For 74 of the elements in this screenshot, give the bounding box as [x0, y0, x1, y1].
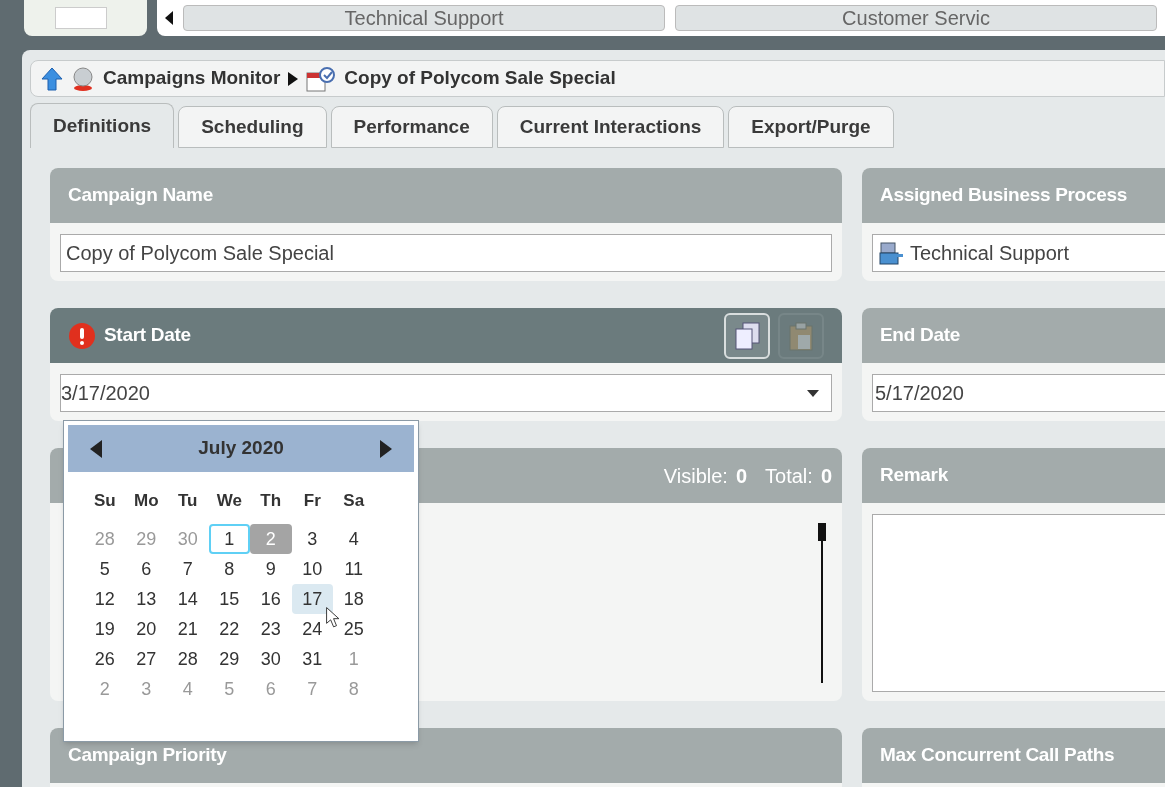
calendar-day[interactable]: 19: [84, 614, 126, 644]
panel-title: Assigned Business Process: [880, 183, 1127, 208]
panel-title: Start Date: [104, 323, 191, 348]
total-count: 0: [820, 463, 832, 489]
scroll-bar[interactable]: [817, 523, 827, 683]
copy-button[interactable]: [724, 312, 770, 359]
weekday-label: Tu: [177, 490, 199, 512]
calendar-day[interactable]: 5: [84, 554, 126, 584]
dropdown-caret-icon: [807, 389, 819, 397]
calendar-day[interactable]: 30: [250, 644, 292, 674]
left-arrow-icon: [90, 439, 102, 458]
weekday-label: Sa: [342, 490, 366, 512]
input-field[interactable]: Technical Support: [872, 234, 1165, 272]
calendar-day[interactable]: 7: [167, 554, 209, 584]
up-arrow-icon[interactable]: [41, 66, 63, 91]
panel-title: End Date: [880, 323, 960, 348]
calendar-day[interactable]: 10: [291, 554, 333, 584]
clipboard-icon: [788, 320, 814, 351]
input-field[interactable]: Copy of Polycom Sale Special: [60, 234, 832, 272]
calendar-day[interactable]: 22: [208, 614, 250, 644]
calendar-day[interactable]: 31: [291, 644, 333, 674]
visible-count: 0: [735, 463, 748, 489]
visible-label: Visible:: [663, 463, 728, 489]
calendar-day[interactable]: 15: [208, 584, 250, 614]
weekday-label: Fr: [302, 490, 322, 512]
calendar-day[interactable]: 23: [250, 614, 292, 644]
calendar-day[interactable]: 8: [208, 554, 250, 584]
calendar-day[interactable]: 29: [208, 644, 250, 674]
month-title[interactable]: July 2020: [198, 434, 284, 463]
copy-icon: [733, 320, 761, 351]
calendar-icon: [306, 64, 337, 93]
calendar-day[interactable]: 6: [125, 554, 167, 584]
tab[interactable]: Scheduling: [178, 106, 327, 148]
top-tab[interactable]: Customer Servic: [675, 5, 1157, 31]
calendar-day[interactable]: 18: [333, 584, 375, 614]
calendar-day[interactable]: 3: [291, 524, 333, 554]
breadcrumb-title: Copy of Polycom Sale Special: [344, 66, 616, 91]
small-field: [55, 7, 107, 29]
panel-title: Remark: [880, 463, 948, 488]
total-label: Total:: [765, 463, 813, 489]
breadcrumb-link[interactable]: Campaigns Monitor: [103, 64, 281, 93]
calendar-day[interactable]: 14: [167, 584, 209, 614]
calendar-day[interactable]: 28: [167, 644, 209, 674]
right-arrow-icon: [380, 439, 392, 458]
tab[interactable]: Performance: [330, 106, 493, 148]
remark-field[interactable]: [872, 514, 1165, 692]
calendar-day[interactable]: 21: [167, 614, 209, 644]
calendar-day[interactable]: 20: [125, 614, 167, 644]
top-tab[interactable]: Technical Support: [183, 5, 665, 31]
tab[interactable]: Export/Purge: [728, 106, 894, 148]
calendar-day[interactable]: 9: [250, 554, 292, 584]
date-dropdown[interactable]: 3/17/2020: [60, 374, 832, 412]
panel-title: Campaign Priority: [68, 743, 227, 768]
cash-register-icon: [878, 240, 904, 266]
input-field[interactable]: 5/17/2020: [872, 374, 1165, 412]
calendar-day[interactable]: 13: [125, 584, 167, 614]
calendar-day[interactable]: 4: [333, 524, 375, 554]
weekday-label: We: [215, 490, 243, 512]
weekday-label: Th: [259, 490, 283, 512]
calendar-day[interactable]: 27: [125, 644, 167, 674]
calendar-day[interactable]: 12: [84, 584, 126, 614]
mouse-cursor-icon: [326, 607, 340, 628]
weekday-label: Mo: [132, 490, 160, 512]
panel-title: Max Concurrent Call Paths: [880, 743, 1115, 768]
panel-title: Campaign Name: [68, 183, 213, 208]
calendar-day[interactable]: 26: [84, 644, 126, 674]
weekday-label: Su: [92, 490, 117, 512]
tab[interactable]: Definitions: [30, 103, 175, 148]
calendar-day[interactable]: 16: [250, 584, 292, 614]
calendar-day[interactable]: 17: [291, 584, 333, 614]
left-arrow-icon[interactable]: [165, 11, 173, 25]
calendar-day[interactable]: 11: [333, 554, 375, 584]
separator-arrow-icon: [288, 71, 299, 86]
tab[interactable]: Current Interactions: [496, 106, 725, 148]
